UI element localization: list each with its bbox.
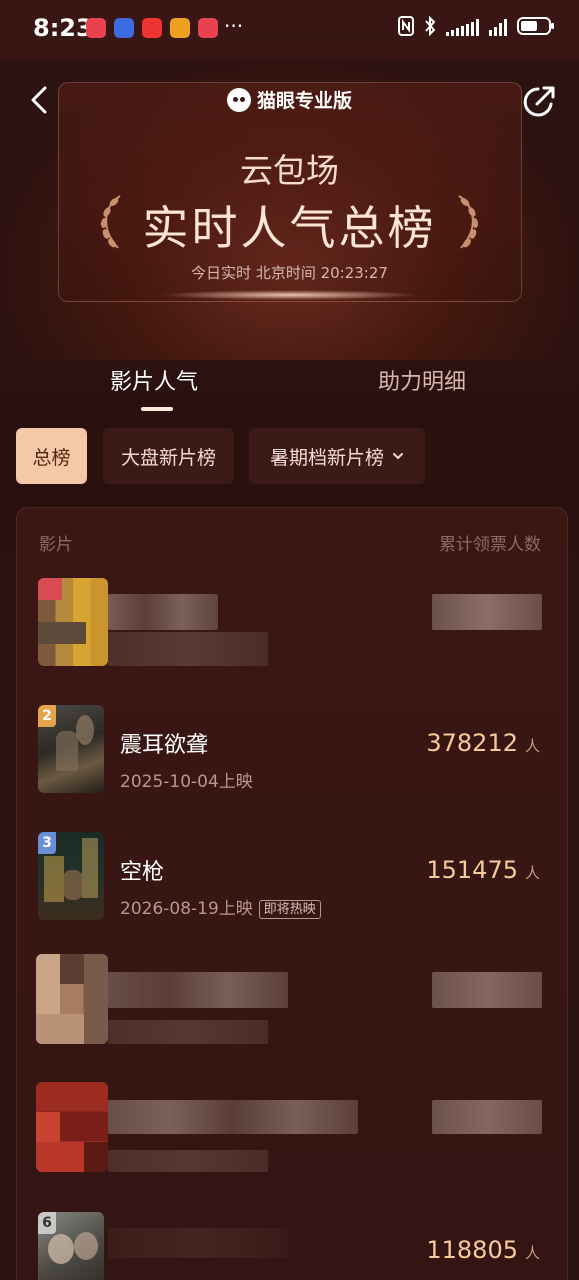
status-bar: 8:23 ··· xyxy=(0,0,579,60)
release-date-text: 2026-08-19上映 xyxy=(120,899,253,919)
count-unit: 人 xyxy=(524,864,540,882)
bluetooth-icon xyxy=(425,16,436,36)
list-item[interactable] xyxy=(16,948,566,1068)
filter-summer-releases[interactable]: 暑期档新片榜 xyxy=(249,428,425,484)
page: 8:23 ··· 猫眼专业版 云包场 实时人气总榜 今日实时 北京时间 20:2… xyxy=(0,0,579,1280)
tab-movie-popularity[interactable]: 影片人气 xyxy=(110,364,198,396)
maoyan-cat-icon xyxy=(226,87,251,112)
notification-icons xyxy=(86,18,218,38)
list-item[interactable] xyxy=(16,570,566,690)
status-indicators xyxy=(398,16,554,36)
movie-title: 震耳欲聋 xyxy=(120,733,209,758)
filter-total[interactable]: 总榜 xyxy=(16,428,87,484)
pixelated-title xyxy=(108,1100,358,1134)
count-unit: 人 xyxy=(524,737,540,755)
column-header-movie: 影片 xyxy=(39,535,73,555)
movie-title: 空枪 xyxy=(120,860,165,885)
movie-poster-pixelated xyxy=(36,954,108,1044)
filter-new-releases[interactable]: 大盘新片榜 xyxy=(103,428,234,484)
pixelated-count xyxy=(432,972,542,1008)
page-subtitle: 云包场 xyxy=(240,151,339,190)
brand-logo: 猫眼专业版 xyxy=(0,86,579,113)
nfc-icon xyxy=(398,16,414,36)
realtime-timestamp: 今日实时 北京时间 20:23:27 xyxy=(191,264,388,282)
pixelated-count xyxy=(432,1100,542,1134)
pixelated-date xyxy=(108,1150,268,1172)
stage-light xyxy=(160,290,420,300)
rank-badge: 2 xyxy=(38,705,56,727)
pixelated-date xyxy=(108,1020,268,1044)
signal-icon xyxy=(489,16,507,36)
laurel-icon xyxy=(458,195,479,249)
more-notifications-icon: ··· xyxy=(224,14,244,38)
chevron-down-icon xyxy=(393,453,403,460)
main-tabs: 影片人气 助力明细 xyxy=(0,360,579,416)
battery-icon xyxy=(517,17,554,35)
app-notification-icon xyxy=(114,18,134,38)
rank-badge: 6 xyxy=(38,1212,56,1234)
active-tab-indicator xyxy=(141,407,173,411)
page-title: 实时人气总榜 xyxy=(142,201,437,255)
movie-poster-pixelated xyxy=(38,578,108,666)
pixelated-title xyxy=(108,1228,288,1258)
pixelated-date xyxy=(108,632,268,666)
list-item[interactable]: 2 震耳欲聋 2025-10-04上映 378212 人 xyxy=(16,693,566,813)
app-notification-icon xyxy=(142,18,162,38)
filter-summer-label: 暑期档新片榜 xyxy=(269,446,384,469)
tab-support-details[interactable]: 助力明细 xyxy=(378,364,466,396)
column-header-count: 累计领票人数 xyxy=(439,535,541,555)
pixelated-count xyxy=(432,594,542,630)
ticket-count: 151475 xyxy=(426,856,518,884)
release-date: 2025-10-04上映 xyxy=(120,772,253,792)
brand-name: 猫眼专业版 xyxy=(256,90,352,112)
weibo-notification-icon xyxy=(170,18,190,38)
release-date: 2026-08-19上映 即将热映 xyxy=(120,894,321,919)
movie-poster: 6 xyxy=(38,1212,104,1280)
status-time: 8:23 xyxy=(33,14,93,42)
list-item[interactable]: 3 空枪 2026-08-19上映 即将热映 151475 人 xyxy=(16,820,566,940)
count-unit: 人 xyxy=(524,1244,540,1262)
list-item[interactable] xyxy=(16,1076,566,1196)
ticket-count: 378212 xyxy=(426,729,518,757)
signal-icon xyxy=(446,16,479,36)
pixelated-title xyxy=(108,594,218,630)
movie-poster: 3 xyxy=(38,832,104,920)
ticket-count: 118805 xyxy=(426,1236,518,1264)
rank-badge: 3 xyxy=(38,832,56,854)
list-item[interactable]: 6 118805 人 xyxy=(16,1200,566,1280)
movie-poster-pixelated xyxy=(36,1082,108,1172)
pixelated-title xyxy=(108,972,288,1008)
app-notification-icon xyxy=(86,18,106,38)
movie-poster: 2 xyxy=(38,705,104,793)
coming-soon-badge: 即将热映 xyxy=(258,900,321,919)
app-notification-icon xyxy=(198,18,218,38)
